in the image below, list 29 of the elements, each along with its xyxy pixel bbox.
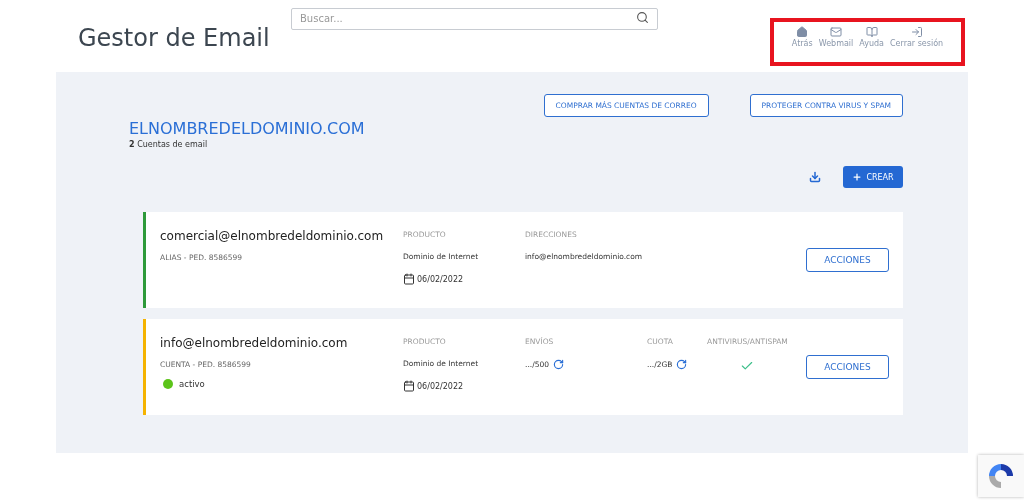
account-email: comercial@elnombredeldominio.com [160, 229, 385, 243]
download-icon[interactable] [809, 171, 821, 183]
search-field[interactable]: Buscar... [291, 7, 658, 30]
search-icon[interactable] [636, 11, 649, 24]
page-title: Gestor de Email [78, 24, 271, 54]
status-text: activo [179, 379, 205, 389]
nav-link[interactable]: Atrás [791, 26, 813, 62]
logout-icon [910, 26, 923, 38]
captcha-logo-icon [986, 461, 1016, 491]
nav-link[interactable]: Ayuda [859, 26, 884, 62]
date-text: 06/02/2022 [417, 381, 464, 391]
home-icon [796, 26, 809, 38]
captcha-badge[interactable] [978, 455, 1024, 497]
create-button[interactable]: CREAR [843, 166, 903, 188]
nav-link[interactable]: Cerrar sesión [890, 26, 944, 62]
book-icon [865, 26, 878, 38]
domain-name: ELNOMBREDELDOMINIO.COM [129, 119, 365, 138]
calendar-icon [403, 273, 415, 285]
plus-icon [852, 172, 863, 182]
envelope-icon [830, 26, 842, 38]
account-count: 2 Cuentas de email [129, 140, 209, 149]
actions-button[interactable]: ACCIONES [806, 248, 889, 272]
nav-link[interactable]: Webmail [818, 26, 854, 62]
actions-button[interactable]: ACCIONES [806, 355, 889, 379]
calendar-icon [403, 380, 415, 392]
account-email: info@elnombredeldominio.com [160, 336, 349, 350]
refresh-icon[interactable] [676, 359, 688, 370]
date-text: 06/02/2022 [417, 274, 464, 284]
refresh-icon[interactable] [553, 359, 564, 370]
